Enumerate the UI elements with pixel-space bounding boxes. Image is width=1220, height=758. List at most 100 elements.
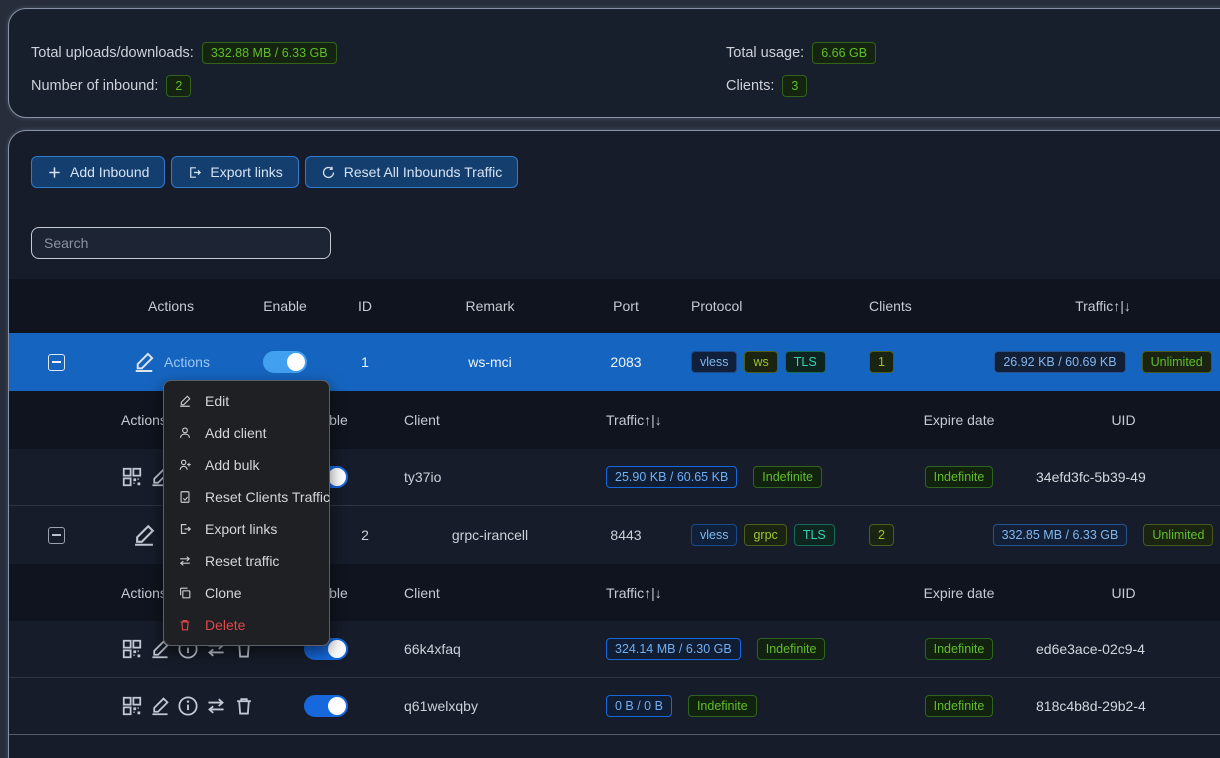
menu-item-edit[interactable]: Edit [164,385,329,417]
client-info-button[interactable] [177,695,199,717]
export-links-label: Export links [210,164,282,180]
client-name: 66k4xfaq [386,641,586,657]
stat-value-badge: 332.88 MB / 6.33 GB [202,42,337,64]
traffic-badges: 26.92 KB / 60.69 KB Unlimited [994,351,1211,373]
menu-item-add-client[interactable]: Add client [164,417,329,449]
reset-client-traffic-button[interactable] [205,695,227,717]
menu-item-reset-traffic[interactable]: Reset traffic [164,545,329,577]
inbound-id: 2 [331,527,399,543]
traffic-badge: 26.92 KB / 60.69 KB [994,351,1125,373]
header-id: ID [331,298,399,314]
header-remark: Remark [399,298,581,314]
pencil-icon [178,394,192,408]
edit-client-button[interactable] [149,695,171,717]
client-row: q61welxqby 0 B / 0 B Indefinite Indefini… [9,678,1220,735]
plus-icon [47,165,62,180]
delete-client-button[interactable] [233,695,255,717]
header-actions: Actions [103,298,239,314]
swap-icon [178,554,192,568]
traffic-badges: 332.85 MB / 6.33 GB Unlimited [993,524,1214,546]
transport-badge: ws [744,351,777,373]
trash-icon [233,695,255,717]
add-inbound-button[interactable]: Add Inbound [31,156,165,188]
menu-item-export-links[interactable]: Export links [164,513,329,545]
qrcode-button[interactable] [121,638,143,660]
sub-header-expire-date: Expire date [856,585,1026,601]
header-protocol: Protocol [671,298,851,314]
menu-item-reset-clients-traffic[interactable]: Reset Clients Traffic [164,481,329,513]
actions-trigger-label: Actions [164,354,210,370]
client-enable-toggle[interactable] [304,695,348,717]
client-uid: ed6e3ace-02c9-4 [1026,641,1220,657]
sub-header-expire-date: Expire date [856,412,1026,428]
sub-header-uid: UID [1026,412,1220,428]
qrcode-button[interactable] [121,695,143,717]
export-links-button[interactable]: Export links [171,156,298,188]
edit-pencil-icon [131,522,157,548]
transport-badge: grpc [744,524,786,546]
file-reset-icon [178,490,192,504]
client-name: ty37io [386,469,586,485]
client-data-limit-badge: Indefinite [688,695,757,717]
menu-item-label: Edit [205,393,229,409]
tls-badge: TLS [785,351,826,373]
client-uid: 818c4b8d-29b2-4 [1026,698,1220,714]
sub-header-traffic: Traffic↑|↓ [586,585,856,601]
stat-clients: Clients: 3 [726,75,876,97]
header-port: Port [581,298,671,314]
menu-item-add-bulk[interactable]: Add bulk [164,449,329,481]
client-uid: 34efd3fc-5b39-49 [1026,469,1220,485]
toolbar: Add Inbound Export links Reset All Inbou… [9,131,1220,188]
export-icon [187,165,202,180]
client-expire-badge: Indefinite [925,695,994,717]
stat-label: Total usage: [726,45,804,61]
protocol-badge: vless [691,524,737,546]
search-input[interactable] [31,227,331,259]
stat-label: Number of inbound: [31,78,158,94]
client-traffic-badge: 0 B / 0 B [606,695,672,717]
inbound-id: 1 [331,354,399,370]
qrcode-icon [121,695,143,717]
stat-label: Total uploads/downloads: [31,45,194,61]
enable-toggle[interactable] [263,351,307,373]
info-icon [177,695,199,717]
client-data-limit-badge: Indefinite [753,466,822,488]
stat-label: Clients: [726,78,774,94]
inbound-port: 8443 [581,527,671,543]
stat-value-badge: 3 [782,75,807,97]
qrcode-icon [121,466,143,488]
clients-count-badge: 1 [869,351,894,373]
sub-header-client: Client [386,412,586,428]
client-action-icons [121,695,255,717]
client-traffic-badge: 324.14 MB / 6.30 GB [606,638,741,660]
menu-item-clone[interactable]: Clone [164,577,329,609]
header-clients: Clients [851,298,1019,314]
client-data-limit-badge: Indefinite [757,638,826,660]
person-plus-icon [178,458,192,472]
limit-badge: Unlimited [1143,524,1213,546]
clone-icon [178,586,192,600]
collapse-row-button[interactable] [48,354,65,371]
stat-total-uploads-downloads: Total uploads/downloads: 332.88 MB / 6.3… [31,42,337,64]
row-actions-dropdown-trigger[interactable]: Actions [132,350,210,374]
sub-header-client: Client [386,585,586,601]
qrcode-button[interactable] [121,466,143,488]
export-icon [178,522,192,536]
menu-item-delete[interactable]: Delete [164,609,329,641]
inbound-remark: grpc-irancell [399,527,581,543]
stats-column-right: Total usage: 6.66 GB Clients: 3 [726,42,876,108]
actions-context-menu: Edit Add client Add bulk Reset Clients T… [163,380,330,646]
menu-item-label: Reset traffic [205,553,279,569]
stat-value-badge: 2 [166,75,191,97]
table-header-row: Actions Enable ID Remark Port Protocol C… [9,279,1220,333]
reset-all-inbounds-traffic-button[interactable]: Reset All Inbounds Traffic [305,156,519,188]
menu-item-label: Add bulk [205,457,259,473]
swap-icon [205,695,227,717]
pencil-icon [149,695,171,717]
traffic-badge: 332.85 MB / 6.33 GB [993,524,1128,546]
stat-total-usage: Total usage: 6.66 GB [726,42,876,64]
clients-count-badge: 2 [869,524,894,546]
sub-header-traffic: Traffic↑|↓ [586,412,856,428]
edit-pencil-icon [132,350,156,374]
collapse-row-button[interactable] [48,527,65,544]
